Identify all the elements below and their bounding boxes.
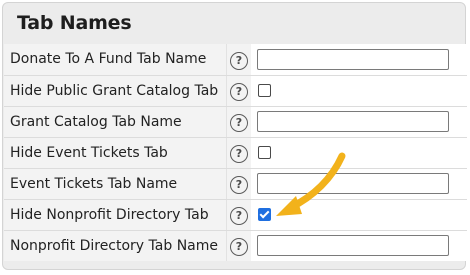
setting-label: Hide Public Grant Catalog Tab	[4, 75, 227, 107]
setting-row-hide-public-grant-catalog-tab: Hide Public Grant Catalog Tab ?	[4, 75, 467, 107]
setting-row-event-tickets-tab-name: Event Tickets Tab Name ?	[4, 168, 467, 200]
setting-label: Event Tickets Tab Name	[4, 168, 227, 200]
nonprofit-directory-tab-name-input[interactable]	[257, 235, 449, 257]
help-icon[interactable]: ?	[230, 51, 248, 70]
setting-label: Donate To A Fund Tab Name	[4, 44, 227, 76]
help-icon[interactable]: ?	[230, 176, 248, 194]
panel-title: Tab Names	[17, 12, 132, 34]
setting-row-hide-nonprofit-directory-tab: Hide Nonprofit Directory Tab ?	[4, 199, 467, 231]
help-icon[interactable]: ?	[230, 238, 248, 257]
setting-row-hide-event-tickets-tab: Hide Event Tickets Tab ?	[4, 137, 467, 169]
setting-row-grant-catalog-tab-name: Grant Catalog Tab Name ?	[4, 106, 467, 138]
help-icon[interactable]: ?	[230, 114, 248, 132]
event-tickets-tab-name-input[interactable]	[257, 173, 449, 194]
setting-label: Nonprofit Directory Tab Name	[4, 230, 227, 261]
grant-catalog-tab-name-input[interactable]	[257, 111, 449, 132]
hide-nonprofit-directory-tab-checkbox[interactable]	[258, 208, 271, 221]
setting-label: Grant Catalog Tab Name	[4, 106, 227, 138]
hide-public-grant-catalog-tab-checkbox[interactable]	[258, 84, 271, 97]
help-icon[interactable]: ?	[230, 145, 248, 163]
setting-label: Hide Nonprofit Directory Tab	[4, 199, 227, 231]
hide-event-tickets-tab-checkbox[interactable]	[258, 146, 271, 159]
help-icon[interactable]: ?	[230, 83, 248, 101]
settings-table: Donate To A Fund Tab Name ? Hide Public …	[4, 44, 467, 261]
setting-label: Hide Event Tickets Tab	[4, 137, 227, 169]
donate-to-fund-tab-name-input[interactable]	[257, 48, 449, 70]
setting-row-nonprofit-directory-tab-name: Nonprofit Directory Tab Name ?	[4, 230, 467, 261]
help-icon[interactable]: ?	[230, 207, 248, 225]
setting-row-donate-to-fund-tab-name: Donate To A Fund Tab Name ?	[4, 44, 467, 76]
